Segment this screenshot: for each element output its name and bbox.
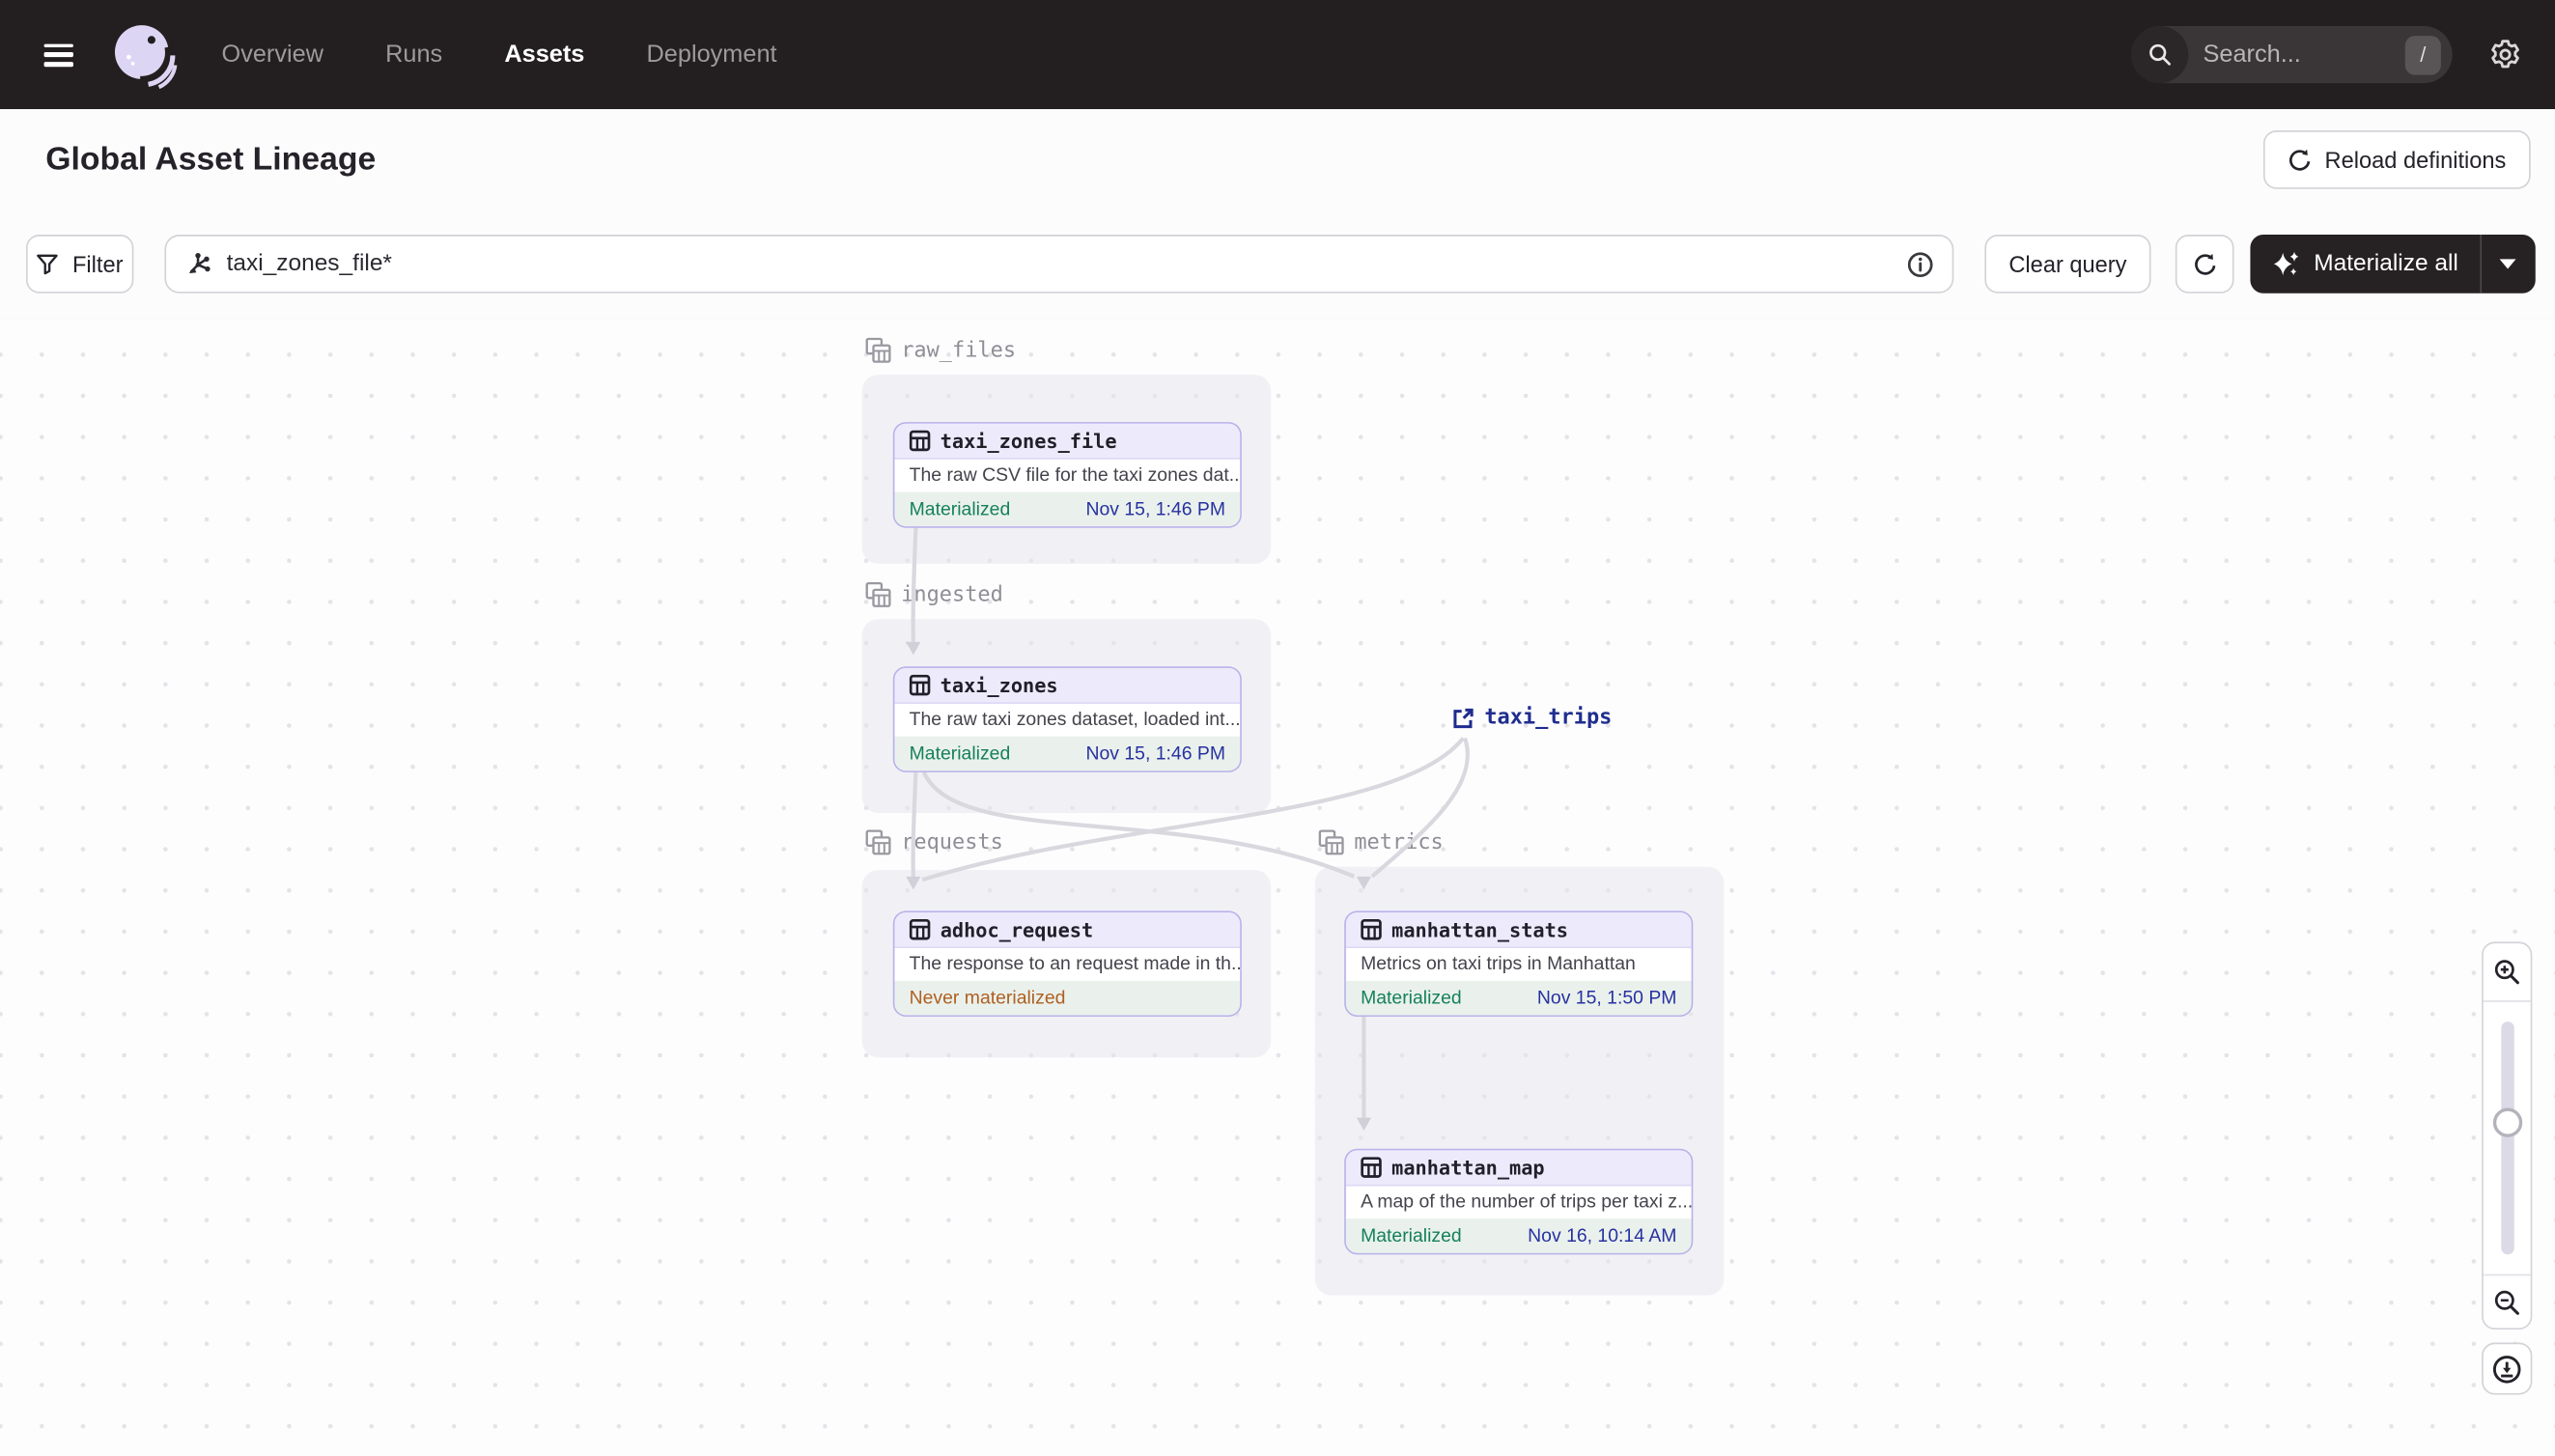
dagster-app: Overview Runs Assets Deployment Search..… (0, 0, 2555, 1456)
zoom-slider[interactable] (2484, 1002, 2531, 1274)
materialization-timestamp: Nov 15, 1:50 PM (1536, 988, 1677, 1008)
nav-tab-assets[interactable]: Assets (504, 41, 584, 69)
asset-description: Metrics on taxi trips in Manhattan (1345, 948, 1692, 981)
page-title: Global Asset Lineage (45, 140, 377, 178)
status-badge: Materialized (909, 499, 1011, 519)
status-badge: Materialized (909, 743, 1011, 764)
download-image-button[interactable] (2482, 1342, 2533, 1395)
asset-node-manhattan_map[interactable]: manhattan_map A map of the number of tri… (1344, 1148, 1694, 1255)
settings-gear-icon[interactable] (2488, 38, 2522, 71)
asset-node-taxi_zones_file[interactable]: taxi_zones_file The raw CSV file for the… (892, 422, 1242, 528)
table-icon (1361, 918, 1382, 940)
table-icon (1361, 1157, 1382, 1178)
refresh-icon (2193, 252, 2217, 276)
search-shortcut-badge: / (2404, 35, 2441, 74)
dagster-logo[interactable] (109, 20, 178, 89)
hamburger-menu-icon[interactable] (43, 42, 73, 67)
asset-description: The raw CSV file for the taxi zones dat.… (894, 459, 1241, 492)
status-badge: Materialized (1361, 988, 1462, 1008)
graph-selector-icon (184, 250, 212, 278)
reload-definitions-button[interactable]: Reload definitions (2262, 130, 2531, 189)
nav-tab-deployment[interactable]: Deployment (647, 41, 777, 69)
zoom-in-button[interactable] (2483, 943, 2531, 1002)
status-badge: Never materialized (909, 988, 1066, 1008)
asset-node-manhattan_stats[interactable]: manhattan_stats Metrics on taxi trips in… (1344, 910, 1694, 1017)
info-icon[interactable] (1906, 250, 1934, 278)
zoom-slider-thumb[interactable] (2492, 1107, 2522, 1137)
asset-node-taxi_zones[interactable]: taxi_zones The raw taxi zones dataset, l… (892, 666, 1242, 772)
clear-query-button[interactable]: Clear query (1984, 235, 2151, 294)
dagster-logo-icon (114, 24, 178, 89)
zoom-controls (2482, 941, 2533, 1330)
status-badge: Materialized (1361, 1225, 1462, 1246)
external-link-icon (1453, 708, 1474, 728)
materialize-options-dropdown[interactable] (2479, 235, 2535, 294)
asset-description: A map of the number of trips per taxi z.… (1345, 1186, 1692, 1219)
search-input[interactable]: Search... / (2131, 26, 2453, 84)
zoom-slider-track[interactable] (2500, 1022, 2513, 1255)
materialization-timestamp: Nov 15, 1:46 PM (1085, 743, 1225, 764)
table-icon (909, 674, 931, 696)
asset-selection-value: taxi_zones_file* (226, 250, 392, 277)
edge-taxi_trips-to-manhattan_stats (1370, 737, 1470, 879)
filter-button[interactable]: Filter (26, 235, 134, 294)
zoom-out-button[interactable] (2483, 1274, 2531, 1329)
asset-description: The response to an request made in th... (894, 948, 1241, 981)
nav-tab-overview[interactable]: Overview (222, 41, 323, 69)
materialize-all-button[interactable]: Materialize all (2250, 235, 2479, 294)
materialization-timestamp: Nov 15, 1:46 PM (1085, 499, 1225, 519)
asset-description: The raw taxi zones dataset, loaded int..… (894, 704, 1241, 737)
search-icon (2131, 26, 2189, 84)
refresh-button[interactable] (2175, 235, 2234, 294)
chevron-down-icon (2499, 259, 2516, 269)
external-asset-taxi_trips[interactable]: taxi_trips (1452, 706, 1612, 730)
asset-selection-input[interactable]: taxi_zones_file* (164, 235, 1954, 294)
asset-node-adhoc_request[interactable]: adhoc_request The response to an request… (892, 910, 1242, 1017)
sparkle-icon (2271, 249, 2300, 278)
lineage-toolbar: Filter taxi_zones_file* Clear query Mate… (0, 210, 2555, 322)
zoom-in-icon (2494, 960, 2519, 985)
lineage-edges (906, 527, 1470, 1132)
filter-funnel-icon (37, 253, 60, 276)
zoom-out-icon (2494, 1289, 2519, 1314)
page-header: Global Asset Lineage Reload definitions (0, 109, 2555, 212)
download-icon (2492, 1355, 2521, 1383)
nav-tab-runs[interactable]: Runs (385, 41, 442, 69)
table-icon (909, 430, 931, 452)
edge-taxi_zones-to-adhoc_request (911, 771, 918, 877)
reload-icon (2288, 148, 2312, 172)
materialization-timestamp: Nov 16, 10:14 AM (1528, 1225, 1677, 1246)
materialize-all-split-button: Materialize all (2250, 235, 2536, 294)
edge-taxi_zones_file-to-taxi_zones (911, 527, 918, 642)
top-nav: Overview Runs Assets Deployment Search..… (0, 0, 2555, 110)
table-icon (909, 918, 931, 940)
nav-tabs: Overview Runs Assets Deployment (222, 41, 777, 69)
lineage-canvas[interactable]: raw_files ingested requests metrics taxi… (0, 319, 2555, 1456)
search-placeholder: Search... (2203, 41, 2301, 69)
